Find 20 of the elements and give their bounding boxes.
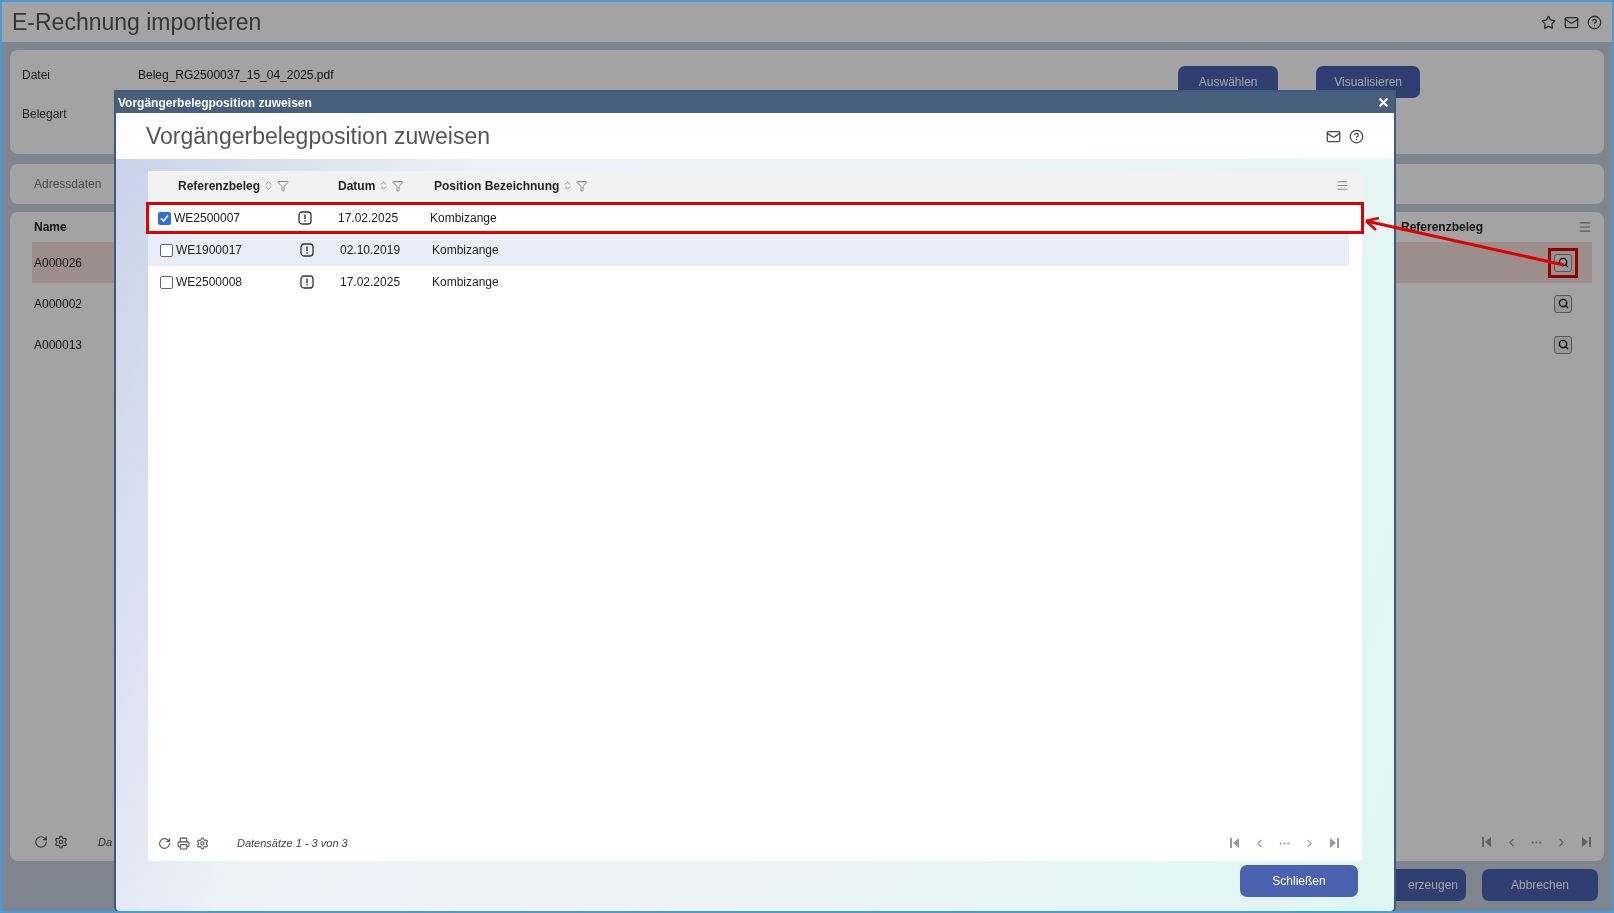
table-cell: WE2500007	[174, 211, 241, 225]
table-cell-text: 02.10.2019	[340, 243, 402, 257]
dialog-heading: Vorgängerbelegposition zuweisen	[146, 122, 490, 150]
record-count: Da	[98, 836, 113, 848]
table-cell: WE2500008	[176, 275, 243, 289]
table-cell: WE1900017	[176, 243, 243, 257]
field-value: Beleg_RG2500037_15_04_2025.pdf	[138, 68, 335, 82]
field-label: Belegart	[22, 107, 68, 121]
table-cell: A000026	[34, 255, 83, 270]
table-cell-text: Kombizange	[430, 211, 498, 225]
table-cell-text: Kombizange	[432, 275, 500, 289]
dialog-title: Vorgängerbelegposition zuweisen	[118, 95, 312, 110]
table-cell-text: Kombizange	[432, 243, 500, 257]
table-cell-text: 17.02.2025	[340, 275, 402, 289]
page-title: E-Rechnung importieren	[12, 8, 262, 36]
record-count: Datensätze 1 - 3 von 3	[237, 837, 348, 849]
table-cell: A000002	[34, 296, 83, 311]
table-cell: A000013	[34, 337, 83, 352]
table-cell-text: 17.02.2025	[338, 211, 400, 225]
field-label: Datei	[22, 68, 51, 82]
